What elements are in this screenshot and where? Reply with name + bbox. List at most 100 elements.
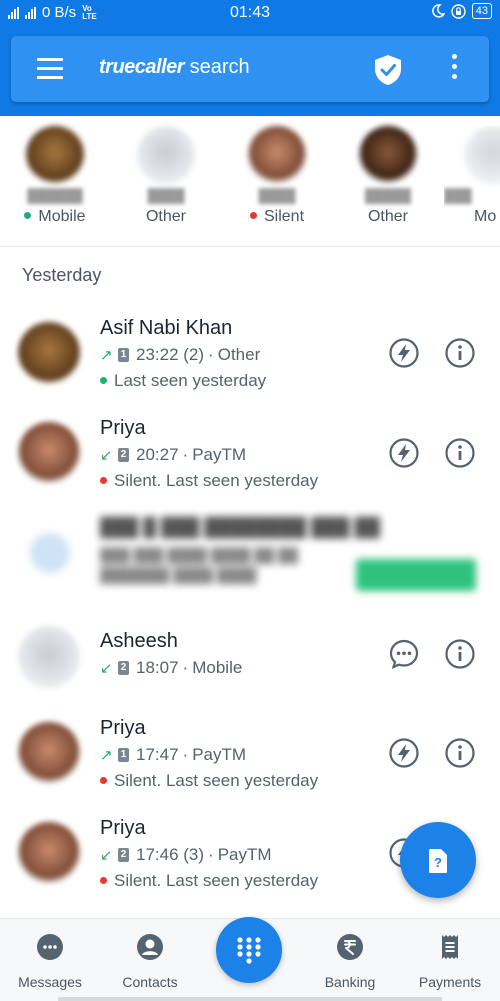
favorite-name-blurred: ██████ bbox=[27, 188, 83, 203]
favorite-contact[interactable]: ████ Silent bbox=[222, 126, 332, 226]
section-title: Yesterday bbox=[22, 265, 102, 285]
call-log-row[interactable]: Priya ↗ 1 17:47 · PayTM Silent. Last see… bbox=[0, 705, 500, 805]
truecaller-logo: truecaller bbox=[99, 56, 185, 78]
avatar bbox=[18, 626, 80, 688]
contact-name: Priya bbox=[100, 817, 146, 839]
flash-icon[interactable] bbox=[388, 737, 420, 769]
call-time: 20:27 bbox=[136, 445, 179, 464]
incoming-call-icon: ↙ bbox=[100, 660, 113, 677]
sim-icon: 2 bbox=[118, 848, 129, 862]
call-log-row[interactable]: Priya ↙ 2 20:27 · PayTM Silent. Last see… bbox=[0, 405, 500, 505]
ad-body-blurred: ███████ ████ ████ bbox=[100, 567, 257, 583]
flash-icon[interactable] bbox=[388, 437, 420, 469]
dialpad-button[interactable] bbox=[216, 917, 282, 983]
favorite-name-blurred: ████ bbox=[258, 188, 296, 203]
nav-label: Payments bbox=[418, 974, 482, 990]
number-type: Other bbox=[217, 345, 261, 364]
contact-name: Priya bbox=[100, 717, 146, 739]
nav-messages[interactable]: Messages bbox=[0, 933, 100, 990]
favorite-label: Mobile bbox=[0, 208, 110, 226]
favorite-type: Mobile bbox=[38, 208, 86, 225]
online-dot bbox=[24, 212, 32, 220]
more-options-icon[interactable] bbox=[449, 54, 459, 84]
presence-text: Silent. Last seen yesterday bbox=[114, 771, 319, 790]
nav-label: Banking bbox=[324, 974, 376, 990]
contact-name: Asif Nabi Khan bbox=[100, 317, 233, 339]
call-time: 18:07 bbox=[136, 658, 179, 677]
shield-check-icon[interactable] bbox=[373, 54, 403, 86]
favorite-contact[interactable]: ████ Other bbox=[111, 126, 221, 226]
online-dot bbox=[100, 377, 107, 385]
outgoing-call-icon: ↗ bbox=[100, 747, 113, 764]
favorite-type: Other bbox=[145, 208, 186, 225]
separator: · bbox=[182, 445, 189, 464]
nav-payments[interactable]: Payments bbox=[400, 933, 500, 990]
call-meta: ↙ 2 18:07 · Mobile bbox=[100, 658, 242, 678]
sponsored-ad-row[interactable]: ███ █ ███ ████████ ███ ██ ███ ███ ████ █… bbox=[0, 505, 500, 605]
outgoing-call-icon: ↗ bbox=[100, 347, 113, 364]
incoming-call-icon: ↙ bbox=[100, 447, 113, 464]
sim-icon: 1 bbox=[118, 348, 129, 362]
ad-cta-button[interactable] bbox=[356, 559, 476, 591]
favorite-name-blurred: █████ bbox=[364, 188, 412, 203]
call-meta: ↗ 1 17:47 · PayTM bbox=[100, 745, 246, 765]
rupee-icon bbox=[337, 934, 363, 960]
number-type: PayTM bbox=[192, 745, 247, 764]
sim-icon: 2 bbox=[118, 661, 129, 675]
call-meta: ↙ 2 20:27 · PayTM bbox=[100, 445, 246, 465]
favorite-contact[interactable]: █████ Other bbox=[333, 126, 443, 226]
flash-icon[interactable] bbox=[388, 337, 420, 369]
nav-contacts[interactable]: Contacts bbox=[100, 933, 200, 990]
info-icon[interactable] bbox=[444, 337, 476, 369]
avatar bbox=[18, 722, 80, 784]
avatar bbox=[248, 126, 306, 184]
sim-picker-fab[interactable]: ? bbox=[400, 822, 476, 898]
nav-banking[interactable]: Banking bbox=[300, 933, 400, 990]
contact-name: Priya bbox=[100, 417, 146, 439]
avatar bbox=[18, 422, 80, 484]
status-time: 01:43 bbox=[229, 4, 271, 21]
sim-icon: 1 bbox=[118, 748, 129, 762]
contacts-icon bbox=[137, 934, 163, 960]
favorite-contact[interactable]: ██████ Mobile bbox=[0, 126, 110, 226]
avatar bbox=[18, 322, 80, 384]
favorite-label: Silent bbox=[222, 208, 332, 226]
dialpad-icon bbox=[237, 937, 261, 964]
call-time: 17:47 bbox=[136, 745, 179, 764]
silent-dot bbox=[100, 877, 107, 885]
call-log-row[interactable]: Asif Nabi Khan ↗ 1 23:22 (2) · Other Las… bbox=[0, 305, 500, 405]
bottom-navigation: Messages Contacts Banking Payments bbox=[0, 917, 500, 1001]
separator: · bbox=[208, 345, 214, 364]
favorite-label: Mo bbox=[444, 208, 500, 226]
search-bar[interactable]: truecaller search bbox=[11, 36, 489, 102]
number-type: Mobile bbox=[192, 658, 243, 677]
hamburger-menu-icon[interactable] bbox=[37, 58, 63, 80]
silent-dot bbox=[100, 477, 107, 485]
presence-text: Silent. Last seen yesterday bbox=[114, 871, 319, 890]
call-meta: ↙ 2 17:46 (3) · PayTM bbox=[100, 845, 272, 865]
favorites-strip: ██████ Mobile ████ Other ████ Silent ███… bbox=[0, 116, 500, 247]
info-icon[interactable] bbox=[444, 437, 476, 469]
nav-label: Contacts bbox=[122, 974, 178, 990]
svg-text:?: ? bbox=[434, 855, 442, 870]
separator: · bbox=[182, 658, 189, 677]
nav-label: Messages bbox=[18, 974, 82, 990]
status-right: 43 bbox=[431, 3, 492, 19]
message-icon[interactable] bbox=[388, 638, 420, 670]
favorite-contact[interactable]: ███ Mo bbox=[444, 126, 500, 226]
favorite-type: Other bbox=[367, 208, 408, 225]
avatar bbox=[137, 126, 195, 184]
incoming-call-icon: ↙ bbox=[100, 847, 113, 864]
messages-icon bbox=[37, 934, 63, 960]
favorite-name-blurred: ████ bbox=[147, 188, 185, 203]
info-icon[interactable] bbox=[444, 638, 476, 670]
avatar bbox=[18, 822, 80, 884]
separator: · bbox=[208, 845, 214, 864]
avatar bbox=[359, 126, 417, 184]
avatar bbox=[464, 126, 500, 184]
number-type: PayTM bbox=[192, 445, 247, 464]
number-type: PayTM bbox=[217, 845, 272, 864]
info-icon[interactable] bbox=[444, 737, 476, 769]
silent-dot bbox=[249, 212, 257, 220]
battery-icon: 43 bbox=[471, 3, 492, 19]
